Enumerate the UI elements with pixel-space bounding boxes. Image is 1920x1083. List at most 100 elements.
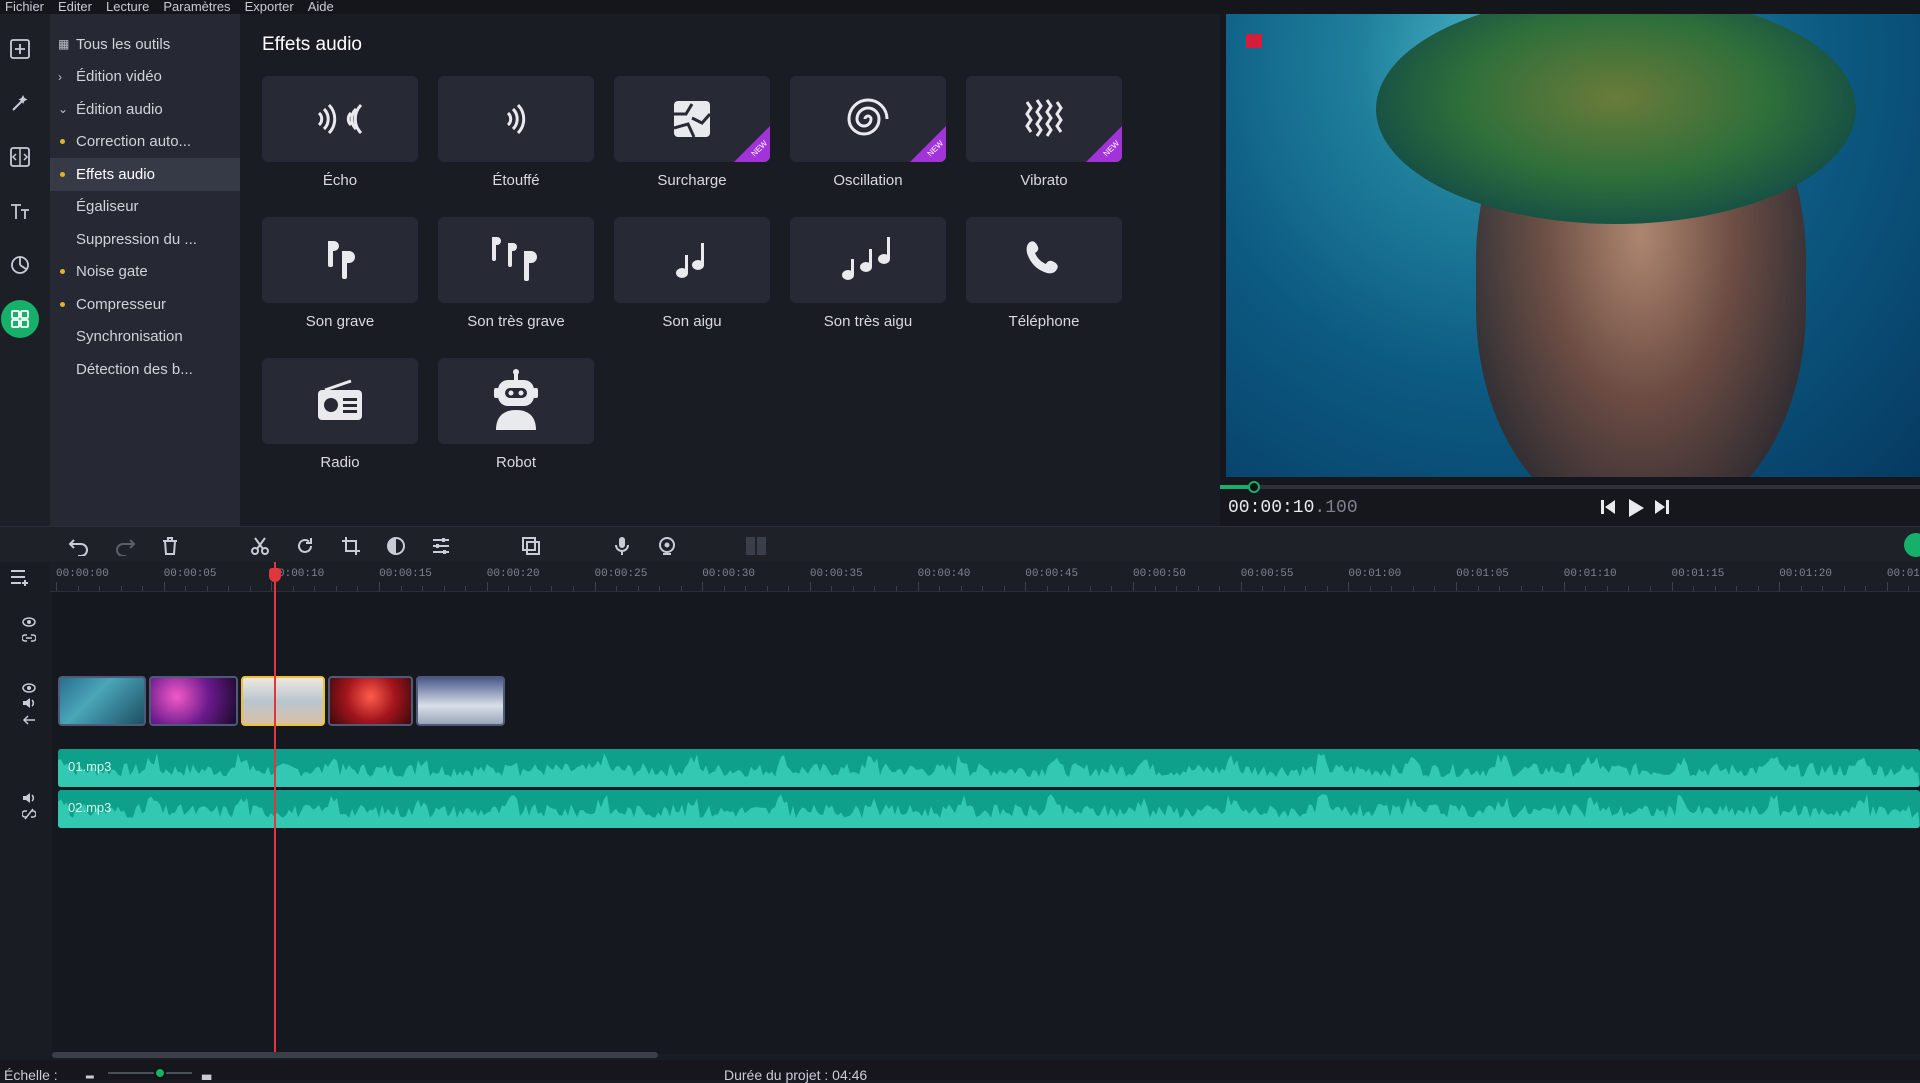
effect-tile-vibrato[interactable]: NEW Vibrato	[966, 76, 1122, 189]
menu-parametres[interactable]: Paramètres	[158, 0, 239, 14]
video-clip-1[interactable]	[58, 676, 146, 726]
sidebar-item-noise-removal[interactable]: Suppression du ...	[50, 223, 240, 256]
audio-track-link[interactable]	[21, 807, 37, 825]
menu-aide[interactable]: Aide	[303, 0, 343, 14]
more-tools-button[interactable]	[1, 300, 39, 338]
ruler-tick-label: 00:00:45	[1025, 568, 1079, 580]
sidebar-item-audio-editing[interactable]: ⌄ Édition audio	[50, 93, 240, 126]
sidebar-item-auto-correction[interactable]: Correction auto...	[50, 126, 240, 159]
preview-scrubber[interactable]	[1220, 481, 1920, 493]
sidebar-item-synchronization[interactable]: Synchronisation	[50, 321, 240, 354]
timeline-ruler[interactable]: 00:00:00 00:00:05 00:00:10 00:00:15 00:00:20…	[50, 562, 1920, 592]
color-adjust-button[interactable]	[386, 536, 406, 556]
stickers-button[interactable]	[1, 246, 39, 284]
rotate-button[interactable]	[295, 536, 315, 556]
effect-tile-echo[interactable]: Écho	[262, 76, 418, 189]
audio-clip-1[interactable]: 01.mp3	[58, 749, 1920, 787]
video-clip-2[interactable]	[149, 676, 238, 726]
zoom-knob[interactable]	[154, 1067, 166, 1079]
link-icon	[21, 634, 37, 642]
scrubber-knob[interactable]	[1248, 481, 1260, 493]
menu-lecture[interactable]: Lecture	[101, 0, 158, 14]
sidebar-item-video-editing[interactable]: › Édition vidéo	[50, 61, 240, 94]
zoom-out-icon[interactable]: ▂	[86, 1068, 94, 1079]
prev-frame-button[interactable]	[1600, 498, 1616, 521]
crop-button[interactable]	[341, 536, 361, 556]
transitions-button[interactable]	[1, 138, 39, 176]
delete-button[interactable]	[160, 536, 180, 556]
ruler-tick	[1585, 586, 1587, 591]
ruler-tick	[56, 582, 57, 591]
effect-tile-overdrive[interactable]: NEW Surcharge	[614, 76, 770, 189]
effect-tile-telephone[interactable]: Téléphone	[966, 217, 1122, 330]
sidebar-item-beat-detection[interactable]: Détection des b...	[50, 353, 240, 386]
effect-tile-robot[interactable]: Robot	[438, 358, 594, 471]
ruler-tick	[228, 586, 230, 591]
menu-exporter[interactable]: Exporter	[240, 0, 303, 14]
playhead-handle[interactable]	[269, 568, 281, 582]
ruler-tick	[120, 586, 122, 591]
undo-button[interactable]	[68, 536, 88, 557]
audio-meter	[745, 536, 766, 556]
audio-clip-name: 02.mp3	[68, 800, 112, 815]
video-clip-4[interactable]	[328, 676, 413, 726]
magic-tools-button[interactable]	[1, 84, 39, 122]
video-preview[interactable]	[1226, 14, 1920, 477]
sidebar-item-noise-gate[interactable]: Noise gate	[50, 256, 240, 289]
record-webcam-button[interactable]	[657, 536, 677, 556]
ruler-tick-label: 00:00:00	[56, 568, 109, 580]
overlay-button[interactable]	[521, 536, 541, 556]
cut-button[interactable]	[250, 536, 270, 556]
effect-label: Écho	[322, 172, 358, 189]
playhead[interactable]	[269, 562, 281, 1052]
effect-tile-very-high[interactable]: Son très aigu	[790, 217, 946, 330]
ruler-tick	[1499, 586, 1501, 591]
add-track-button[interactable]	[10, 568, 32, 591]
ruler-tick	[1068, 586, 1070, 591]
overlay-icon	[522, 537, 540, 555]
grid-icon: ▦	[58, 37, 70, 52]
ruler-tick	[852, 586, 854, 591]
sidebar-item-compressor[interactable]: Compresseur	[50, 288, 240, 321]
effect-tile-very-low[interactable]: Son très grave	[438, 217, 594, 330]
ruler-tick	[917, 582, 919, 591]
ruler-tick	[637, 586, 639, 591]
ruler-tick	[486, 582, 488, 591]
import-button[interactable]	[1, 30, 39, 68]
video-clip-5[interactable]	[416, 676, 505, 726]
ruler-tick	[1240, 582, 1242, 591]
video-clip-3[interactable]	[241, 676, 325, 726]
rotate-icon	[298, 538, 312, 553]
sidebar-item-audio-effects[interactable]: Effets audio	[50, 158, 240, 191]
sidebar-item-all-tools[interactable]: ▦ Tous les outils	[50, 28, 240, 61]
menu-fichier[interactable]: Fichier	[0, 0, 53, 14]
sidebar-item-equalizer[interactable]: Égaliseur	[50, 191, 240, 224]
effect-tile-muffled[interactable]: Étouffé	[438, 76, 594, 189]
effect-tile-low[interactable]: Son grave	[262, 217, 418, 330]
audio-clip-2[interactable]: 02.mp3	[58, 790, 1920, 828]
play-button[interactable]	[1627, 498, 1645, 523]
redo-icon	[116, 539, 136, 557]
step-forward-icon	[1655, 500, 1669, 514]
zoom-in-icon[interactable]: ▃	[202, 1066, 211, 1080]
record-audio-button[interactable]	[612, 536, 632, 556]
redo-button[interactable]	[114, 536, 136, 557]
effect-tile-oscillation[interactable]: NEW Oscillation	[790, 76, 946, 189]
effect-tile-radio[interactable]: Radio	[262, 358, 418, 471]
sidebar-item-label: Détection des b...	[76, 360, 193, 378]
menu-editer[interactable]: Editer	[53, 0, 101, 14]
video-track-link[interactable]	[22, 712, 36, 730]
crop-icon	[342, 537, 360, 555]
webcam-icon	[659, 537, 675, 555]
ruler-tick	[1736, 586, 1737, 591]
microphone-icon	[615, 537, 629, 555]
text-track-link[interactable]	[21, 630, 37, 648]
waveform	[58, 753, 1920, 787]
effect-tile-high[interactable]: Son aigu	[614, 217, 770, 330]
zoom-slider[interactable]	[108, 1067, 192, 1079]
clip-properties-button[interactable]	[431, 536, 451, 556]
next-frame-button[interactable]	[1654, 498, 1670, 521]
titles-button[interactable]	[1, 192, 39, 230]
timeline-scrollbar[interactable]	[52, 1052, 658, 1058]
menu-bar: Fichier Editer Lecture Paramètres Export…	[0, 0, 1920, 14]
